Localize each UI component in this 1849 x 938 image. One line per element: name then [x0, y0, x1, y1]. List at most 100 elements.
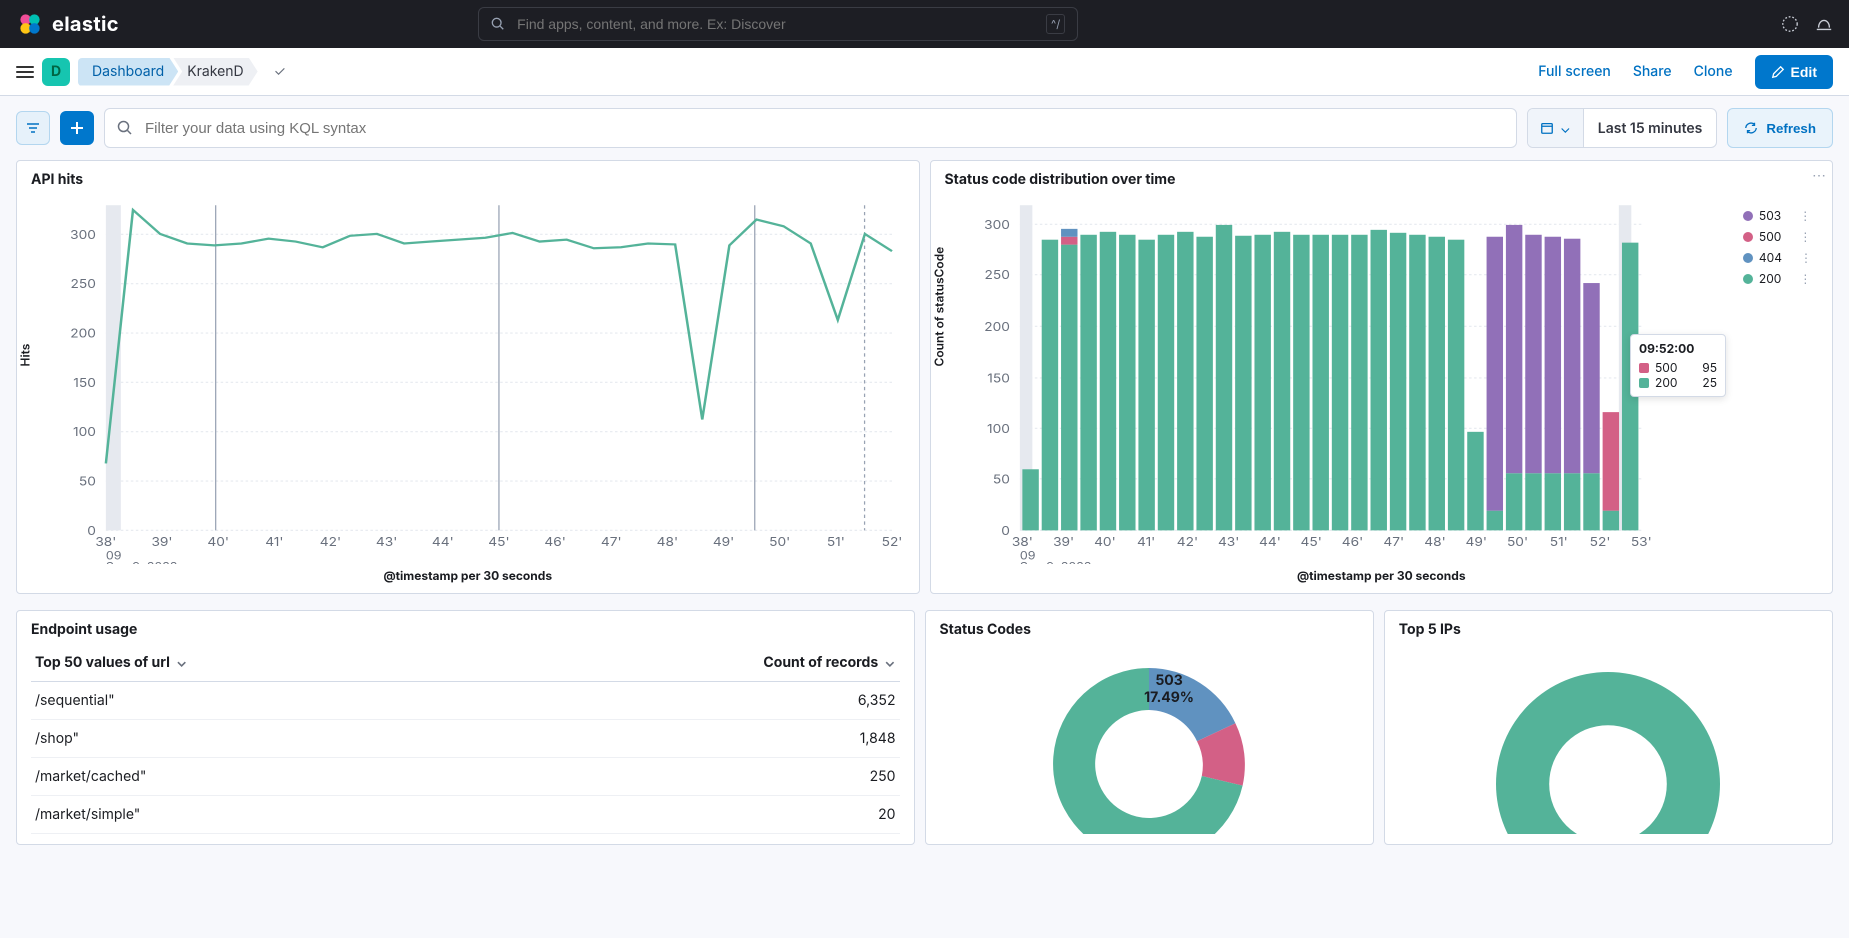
chart-top-ips[interactable] [1399, 644, 1818, 834]
table-row[interactable]: /shop"1,848 [31, 720, 900, 758]
time-picker[interactable]: ⌄ Last 15 minutes [1527, 108, 1718, 148]
svg-text:50': 50' [769, 535, 790, 550]
svg-text:41': 41' [265, 535, 283, 550]
edit-button[interactable]: Edit [1755, 55, 1833, 89]
brand-name: elastic [52, 12, 119, 36]
svg-text:0: 0 [1001, 524, 1010, 539]
svg-text:45': 45' [1300, 535, 1321, 550]
svg-text:41': 41' [1137, 535, 1155, 550]
filter-icon [25, 120, 41, 136]
query-bar[interactable] [104, 108, 1517, 148]
svg-text:50: 50 [992, 472, 1009, 487]
svg-text:38': 38' [1011, 535, 1032, 550]
svg-text:39': 39' [1053, 535, 1074, 550]
svg-text:100: 100 [987, 421, 1010, 436]
chevron-down-icon: ⌄ [1560, 120, 1571, 137]
table-row[interactable]: /market/cached"250 [31, 758, 900, 796]
time-picker-calendar[interactable]: ⌄ [1528, 109, 1584, 147]
svg-text:50': 50' [1506, 535, 1527, 550]
panel-title: Status code distribution over time [945, 171, 1819, 188]
panel-title: Status Codes [940, 621, 1359, 638]
svg-text:100: 100 [73, 425, 96, 440]
plus-icon [70, 121, 84, 135]
svg-text:48': 48' [657, 535, 678, 550]
calendar-icon [1540, 121, 1554, 135]
menu-toggle-icon[interactable] [16, 66, 34, 78]
app-header: D Dashboard KrakenD ✓ Full screen Share … [0, 48, 1849, 96]
svg-text:Sep 9, 2022: Sep 9, 2022 [1019, 560, 1091, 564]
time-range-label[interactable]: Last 15 minutes [1584, 120, 1717, 137]
svg-text:300: 300 [70, 228, 96, 243]
chart-api-hits[interactable]: Hits 0 [31, 194, 905, 564]
global-header: elastic ^/ [0, 0, 1849, 48]
svg-text:43': 43' [1217, 535, 1238, 550]
add-filter-button[interactable] [60, 111, 94, 145]
svg-text:52': 52' [882, 535, 903, 550]
svg-text:49': 49' [713, 535, 734, 550]
svg-text:47': 47' [1383, 535, 1404, 550]
svg-text:200: 200 [984, 319, 1010, 334]
query-toolbar: ⌄ Last 15 minutes Refresh [0, 96, 1849, 160]
panel-title: Endpoint usage [31, 621, 900, 638]
svg-text:42': 42' [1176, 535, 1197, 550]
legend-item[interactable]: 500⋮ [1743, 229, 1812, 244]
col-url[interactable]: Top 50 values of url⌄ [31, 644, 494, 682]
header-actions: Full screen Share Clone Edit [1538, 55, 1833, 89]
svg-text:40': 40' [1094, 535, 1116, 550]
header-right-icons [1781, 15, 1833, 33]
panel-menu-icon[interactable]: ⋯ [1812, 167, 1826, 184]
global-search-input[interactable] [515, 15, 1036, 33]
table-row[interactable]: /market/simple"20 [31, 796, 900, 834]
help-icon[interactable] [1781, 15, 1799, 33]
svg-text:Sep 9, 2022: Sep 9, 2022 [106, 560, 178, 564]
svg-text:44': 44' [1259, 535, 1281, 550]
breadcrumbs: Dashboard KrakenD [78, 58, 258, 86]
breadcrumb-dashboard[interactable]: Dashboard [78, 58, 178, 86]
svg-text:49': 49' [1465, 535, 1486, 550]
check-icon[interactable]: ✓ [274, 63, 286, 80]
space-badge[interactable]: D [42, 58, 70, 86]
svg-text:40': 40' [207, 535, 229, 550]
svg-text:50: 50 [79, 474, 96, 489]
svg-text:52': 52' [1589, 535, 1610, 550]
panel-endpoint-usage: Endpoint usage Top 50 values of url⌄ Cou… [16, 610, 915, 845]
svg-text:51': 51' [827, 535, 845, 550]
x-axis-label: @timestamp per 30 seconds [31, 568, 905, 583]
svg-text:51': 51' [1549, 535, 1567, 550]
svg-text:250: 250 [984, 268, 1009, 283]
filter-toggle-button[interactable] [16, 111, 50, 145]
legend: 503⋮ 500⋮ 404⋮ 200⋮ [1743, 208, 1812, 286]
newsfeed-icon[interactable] [1815, 15, 1833, 33]
share-link[interactable]: Share [1633, 63, 1672, 80]
table-row[interactable]: /sequential"6,352 [31, 682, 900, 720]
svg-text:48': 48' [1424, 535, 1445, 550]
svg-text:150: 150 [73, 376, 96, 391]
legend-item[interactable]: 503⋮ [1743, 208, 1812, 223]
panel-api-hits: API hits Hits [16, 160, 920, 594]
svg-text:200: 200 [70, 326, 96, 341]
panel-title: Top 5 IPs [1399, 621, 1818, 638]
svg-text:250: 250 [71, 277, 96, 292]
legend-item[interactable]: 200⋮ [1743, 271, 1812, 286]
global-search[interactable]: ^/ [478, 7, 1078, 41]
svg-text:43': 43' [376, 535, 397, 550]
refresh-button[interactable]: Refresh [1727, 108, 1833, 148]
panel-status-dist: ⋯ Status code distribution over time Cou… [930, 160, 1834, 594]
chart-status-dist[interactable]: Count of statusCode 0 50 100 15 [945, 194, 1819, 564]
col-count[interactable]: Count of records⌄ [494, 644, 899, 682]
elastic-logo[interactable]: elastic [16, 10, 119, 38]
chart-tooltip: 09:52:00 50095 20025 [1630, 334, 1726, 397]
elastic-logo-icon [16, 10, 44, 38]
query-input[interactable] [143, 119, 1504, 138]
breadcrumb-current: KrakenD [173, 58, 257, 86]
pencil-icon [1771, 65, 1785, 79]
fullscreen-link[interactable]: Full screen [1538, 63, 1611, 80]
clone-link[interactable]: Clone [1694, 63, 1733, 80]
donut-highlight: 503 17.49% [1144, 672, 1194, 706]
x-axis-label: @timestamp per 30 seconds [945, 568, 1819, 583]
search-icon [491, 17, 505, 31]
chart-status-codes[interactable]: 503 17.49% [940, 644, 1359, 834]
svg-text:53': 53' [1630, 535, 1651, 550]
svg-text:46': 46' [1341, 535, 1362, 550]
legend-item[interactable]: 404⋮ [1743, 250, 1812, 265]
